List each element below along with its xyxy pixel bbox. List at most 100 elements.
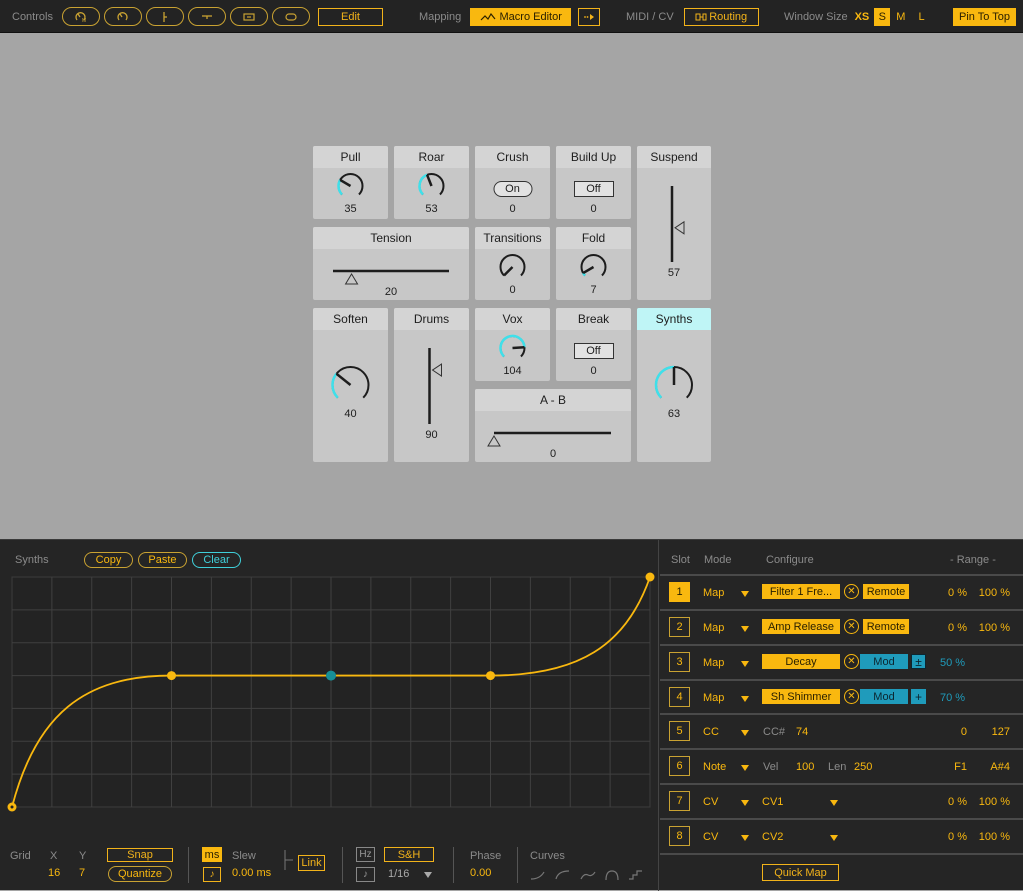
slot-number[interactable]: 3: [669, 652, 690, 672]
curve-point[interactable]: [645, 572, 655, 582]
range-max[interactable]: 100 %: [979, 796, 1010, 808]
curve-point[interactable]: [486, 671, 495, 681]
range-max[interactable]: 127: [992, 726, 1010, 738]
cv-output[interactable]: CV2: [762, 831, 783, 843]
slot-number[interactable]: 5: [669, 721, 690, 741]
knob-loop-button[interactable]: [103, 7, 142, 26]
macro-tension[interactable]: Tension 20: [313, 227, 469, 300]
macro-pull[interactable]: Pull 35: [313, 146, 388, 219]
knob-dial[interactable]: [475, 332, 550, 366]
size-m-button[interactable]: M: [896, 11, 905, 23]
knob-dial[interactable]: [313, 170, 388, 204]
range-min[interactable]: F1: [954, 761, 967, 773]
quick-map-button[interactable]: Quick Map: [762, 864, 839, 881]
knob-dial[interactable]: [637, 363, 711, 413]
rate-value[interactable]: 1/16: [388, 868, 409, 880]
knob-dial[interactable]: [313, 363, 388, 413]
range-min[interactable]: 0 %: [948, 622, 967, 634]
size-l-button[interactable]: L: [918, 11, 924, 23]
phase-value[interactable]: 0.00: [470, 867, 491, 879]
mod-amount[interactable]: 70 %: [940, 692, 965, 704]
mode-dropdown-icon[interactable]: [741, 730, 749, 736]
knob-dial[interactable]: [475, 251, 550, 285]
horizontal-slider[interactable]: [313, 263, 469, 285]
macro-build-up[interactable]: Build Up Off 0: [556, 146, 631, 219]
vertical-slider-button[interactable]: [145, 7, 184, 26]
size-s-button[interactable]: S: [874, 7, 891, 26]
macro-editor-button[interactable]: Macro Editor: [470, 7, 572, 26]
bipolar-toggle[interactable]: +: [911, 689, 926, 704]
slot-number[interactable]: 8: [669, 826, 690, 846]
bipolar-toggle[interactable]: ±: [911, 654, 926, 669]
macro-vox[interactable]: Vox 104: [475, 308, 550, 381]
mode-value[interactable]: CV: [703, 796, 718, 808]
toggle-pill-button[interactable]: [271, 7, 310, 26]
snap-button[interactable]: Snap: [107, 848, 173, 862]
mode-value[interactable]: Map: [703, 692, 724, 704]
mode-value[interactable]: Map: [703, 587, 724, 599]
range-min[interactable]: 0 %: [948, 587, 967, 599]
mode-dropdown-icon[interactable]: [741, 696, 749, 702]
macro-synths[interactable]: Synths 63: [637, 308, 711, 462]
mode-value[interactable]: CV: [703, 831, 718, 843]
remote-button[interactable]: Remote: [863, 619, 909, 634]
macro-drums[interactable]: Drums 90: [394, 308, 469, 462]
copy-button[interactable]: Copy: [84, 552, 133, 568]
range-min[interactable]: 0 %: [948, 796, 967, 808]
rate-dropdown-icon[interactable]: [424, 872, 432, 878]
remove-mapping-icon[interactable]: ✕: [844, 654, 859, 669]
macro-roar[interactable]: Roar 53: [394, 146, 469, 219]
slot-number[interactable]: 1: [669, 582, 690, 602]
hz-button[interactable]: Hz: [356, 847, 375, 862]
macro-fold[interactable]: Fold 7: [556, 227, 631, 300]
curve-arc-icon[interactable]: [604, 869, 620, 881]
curve-point[interactable]: [167, 671, 176, 681]
knob-dial[interactable]: [556, 251, 631, 285]
slew-value[interactable]: 0.00 ms: [232, 867, 271, 879]
mode-value[interactable]: Map: [703, 657, 724, 669]
range-max[interactable]: 100 %: [979, 622, 1010, 634]
curve-point[interactable]: [326, 670, 336, 681]
range-min[interactable]: 0: [961, 726, 967, 738]
horizontal-slider-button[interactable]: [187, 7, 226, 26]
target-parameter[interactable]: Sh Shimmer: [762, 689, 840, 704]
range-max[interactable]: 100 %: [979, 831, 1010, 843]
mode-value[interactable]: CC: [703, 726, 719, 738]
vel-value[interactable]: 100: [796, 761, 814, 773]
slot-number[interactable]: 7: [669, 791, 690, 811]
macro-break[interactable]: Break Off 0: [556, 308, 631, 381]
mode-value[interactable]: Note: [703, 761, 726, 773]
macro-crush[interactable]: Crush On 0: [475, 146, 550, 219]
mod-button[interactable]: Mod: [860, 689, 908, 704]
vertical-slider[interactable]: [637, 184, 711, 264]
build-up-toggle[interactable]: Off: [573, 181, 614, 197]
remove-mapping-icon[interactable]: ✕: [844, 689, 859, 704]
remove-mapping-icon[interactable]: ✕: [844, 619, 859, 634]
cv-dropdown-icon[interactable]: [830, 835, 838, 841]
edit-button[interactable]: Edit: [317, 7, 383, 26]
curve-step-icon[interactable]: [628, 869, 644, 881]
target-parameter[interactable]: Amp Release: [762, 619, 840, 634]
macro-transitions[interactable]: Transitions 0: [475, 227, 550, 300]
break-toggle[interactable]: Off: [573, 343, 614, 359]
mod-amount[interactable]: 50 %: [940, 657, 965, 669]
curve-graph[interactable]: [0, 571, 659, 846]
mode-value[interactable]: Map: [703, 622, 724, 634]
mode-dropdown-icon[interactable]: [741, 835, 749, 841]
curve-exp-icon[interactable]: [530, 869, 546, 881]
cv-output[interactable]: CV1: [762, 796, 783, 808]
horizontal-slider[interactable]: [475, 425, 631, 447]
slot-number[interactable]: 4: [669, 687, 690, 707]
cc-value[interactable]: 74: [796, 726, 808, 738]
rate-sync-button[interactable]: ♪: [356, 867, 375, 882]
slot-number[interactable]: 2: [669, 617, 690, 637]
sync-note-button[interactable]: ♪: [203, 867, 221, 882]
slot-number[interactable]: 6: [669, 756, 690, 776]
clear-button[interactable]: Clear: [192, 552, 241, 568]
curve-log-icon[interactable]: [555, 869, 571, 881]
remove-mapping-icon[interactable]: ✕: [844, 584, 859, 599]
macro-suspend[interactable]: Suspend 57: [637, 146, 711, 300]
paste-button[interactable]: Paste: [138, 552, 187, 568]
target-parameter[interactable]: Decay: [762, 654, 840, 669]
knob-m-button[interactable]: M: [61, 7, 100, 26]
